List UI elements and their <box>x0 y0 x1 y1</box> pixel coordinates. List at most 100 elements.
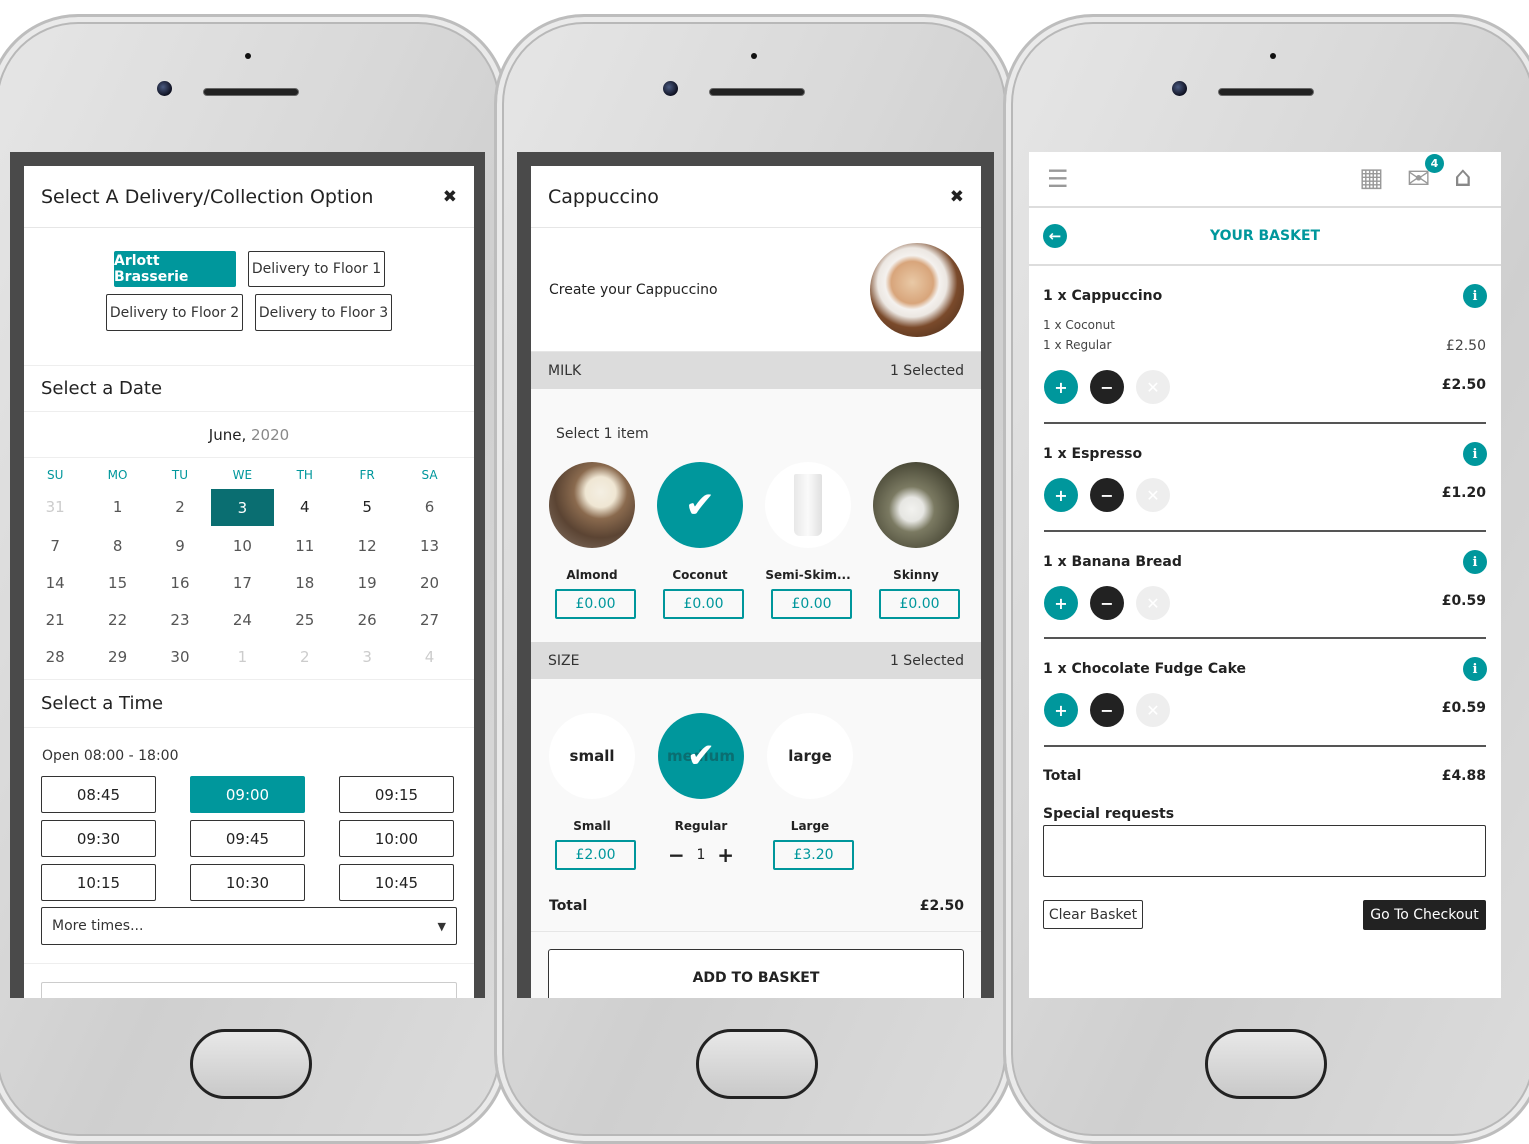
product-subtitle: Create your Cappuccino <box>549 281 718 298</box>
calendar-day[interactable]: 13 <box>398 527 460 564</box>
calendar-day[interactable]: 23 <box>149 601 211 638</box>
calendar-day[interactable]: 7 <box>24 527 86 564</box>
info-icon[interactable]: i <box>1463 284 1487 308</box>
calendar-day[interactable]: 28 <box>24 638 86 675</box>
calendar-day[interactable]: 15 <box>86 564 148 601</box>
back-arrow-icon[interactable]: ← <box>1043 224 1067 248</box>
calendar-grid: SU MO TU WE TH FR SA 31 1 2 3 4 5 6 7 8 9 10 11 12 13 14 15 16 1… <box>24 458 474 680</box>
time-slot-button[interactable]: 09:15 <box>339 776 454 813</box>
milk-option-almond[interactable]: Almond £0.00 <box>549 462 657 619</box>
milk-price: £0.00 <box>771 589 852 619</box>
item-name: 1 x Cappuccino <box>1043 288 1163 304</box>
calendar-day[interactable]: 17 <box>211 564 273 601</box>
notification-badge: 4 <box>1425 154 1444 173</box>
remove-button[interactable]: ✕ <box>1136 693 1170 727</box>
milk-option-coconut[interactable]: ✔ Coconut £0.00 <box>657 462 765 619</box>
info-icon[interactable]: i <box>1463 442 1487 466</box>
time-slot-button[interactable]: 09:30 <box>41 820 156 857</box>
calendar-day[interactable]: 27 <box>398 601 460 638</box>
time-slot-button[interactable]: 10:45 <box>339 864 454 901</box>
calendar-day[interactable]: 3 <box>211 489 274 526</box>
calendar-day[interactable]: 19 <box>336 564 398 601</box>
size-option-regular[interactable]: medium ✔ Regular − 1 + <box>658 713 767 870</box>
home-button[interactable] <box>696 1029 818 1099</box>
home-button[interactable] <box>1205 1029 1327 1099</box>
increase-button[interactable]: + <box>1044 370 1078 404</box>
calendar-day[interactable]: 5 <box>336 488 398 525</box>
decrease-button[interactable]: − <box>1090 478 1124 512</box>
time-slot-button[interactable]: 10:00 <box>339 820 454 857</box>
quantity-value: 1 <box>696 847 706 863</box>
calendar-day[interactable]: 18 <box>274 564 336 601</box>
option-arlott-brasserie[interactable]: Arlott Brasserie <box>114 251 236 287</box>
calendar-day[interactable]: 8 <box>86 527 148 564</box>
calendar-day[interactable]: 10 <box>211 527 273 564</box>
remove-button[interactable]: ✕ <box>1136 478 1170 512</box>
calendar-day[interactable]: 20 <box>398 564 460 601</box>
option-floor-3[interactable]: Delivery to Floor 3 <box>255 294 392 331</box>
screen-product: Cappuccino ✖ Create your Cappuccino MILK… <box>517 152 994 998</box>
calendar-day[interactable]: 12 <box>336 527 398 564</box>
minus-icon[interactable]: − <box>668 843 685 867</box>
decrease-button[interactable]: − <box>1090 586 1124 620</box>
milk-option-semi-skim[interactable]: Semi-Skim... £0.00 <box>765 462 873 619</box>
hamburger-menu-icon[interactable]: ☰ <box>1047 165 1069 193</box>
phone-sensor <box>245 53 251 59</box>
plus-icon[interactable]: + <box>717 843 734 867</box>
info-icon[interactable]: i <box>1463 550 1487 574</box>
checkout-button[interactable]: Go To Checkout <box>1363 900 1486 930</box>
calendar-day[interactable]: 29 <box>86 638 148 675</box>
time-slot-button[interactable]: 09:45 <box>190 820 305 857</box>
more-times-label: More times... <box>52 918 144 934</box>
clear-basket-button[interactable]: Clear Basket <box>1043 900 1143 929</box>
more-times-select[interactable]: More times... ▼ <box>41 907 457 945</box>
decrease-button[interactable]: − <box>1090 693 1124 727</box>
time-slot-button[interactable]: 08:45 <box>41 776 156 813</box>
remove-button[interactable]: ✕ <box>1136 370 1170 404</box>
size-circle-text: large <box>788 747 832 765</box>
calendar-day[interactable]: 21 <box>24 601 86 638</box>
basket-item-espresso: 1 x Espresso i + − ✕ £1.20 <box>1043 424 1487 532</box>
increase-button[interactable]: + <box>1044 478 1078 512</box>
close-icon[interactable]: ✖ <box>443 187 457 207</box>
calendar-day[interactable]: 4 <box>274 488 336 525</box>
size-option-large[interactable]: large Large £3.20 <box>767 713 876 870</box>
calendar-day[interactable]: 22 <box>86 601 148 638</box>
notes-field[interactable] <box>41 982 457 998</box>
size-options: small Small £2.00 medium ✔ Regular − 1 +… <box>531 679 981 870</box>
modal-header: Cappuccino ✖ <box>531 166 981 228</box>
milk-price: £0.00 <box>879 589 960 619</box>
home-icon[interactable]: ⌂ <box>1454 160 1472 193</box>
product-modal: Cappuccino ✖ Create your Cappuccino MILK… <box>531 166 981 998</box>
basket-item-chocolate-fudge-cake: 1 x Chocolate Fudge Cake i + − ✕ £0.59 <box>1043 639 1487 747</box>
remove-button[interactable]: ✕ <box>1136 586 1170 620</box>
calendar-day[interactable]: 6 <box>398 488 460 525</box>
calendar-day[interactable]: 25 <box>274 601 336 638</box>
qr-code-icon[interactable]: ▦ <box>1359 163 1384 193</box>
option-floor-1[interactable]: Delivery to Floor 1 <box>248 251 385 287</box>
time-slot-button[interactable]: 09:00 <box>190 776 305 813</box>
item-name: 1 x Chocolate Fudge Cake <box>1043 661 1246 677</box>
calendar-day[interactable]: 24 <box>211 601 273 638</box>
calendar-day[interactable]: 30 <box>149 638 211 675</box>
time-slot-button[interactable]: 10:30 <box>190 864 305 901</box>
calendar-day[interactable]: 11 <box>274 527 336 564</box>
milk-option-skinny[interactable]: Skinny £0.00 <box>873 462 981 619</box>
close-icon[interactable]: ✖ <box>950 187 964 207</box>
size-option-small[interactable]: small Small £2.00 <box>549 713 658 870</box>
calendar-day[interactable]: 16 <box>149 564 211 601</box>
increase-button[interactable]: + <box>1044 586 1078 620</box>
decrease-button[interactable]: − <box>1090 370 1124 404</box>
home-button[interactable] <box>190 1029 312 1099</box>
time-slot-button[interactable]: 10:15 <box>41 864 156 901</box>
option-floor-2[interactable]: Delivery to Floor 2 <box>106 294 243 331</box>
milk-options: Almond £0.00 ✔ Coconut £0.00 Semi-Skim..… <box>531 462 981 619</box>
calendar-day[interactable]: 9 <box>149 527 211 564</box>
calendar-day[interactable]: 26 <box>336 601 398 638</box>
basket-title: YOUR BASKET <box>1209 228 1321 244</box>
increase-button[interactable]: + <box>1044 693 1078 727</box>
calendar-day[interactable]: 14 <box>24 564 86 601</box>
special-requests-field[interactable] <box>1043 825 1486 877</box>
info-icon[interactable]: i <box>1463 657 1487 681</box>
add-to-basket-button[interactable]: ADD TO BASKET <box>548 949 964 998</box>
